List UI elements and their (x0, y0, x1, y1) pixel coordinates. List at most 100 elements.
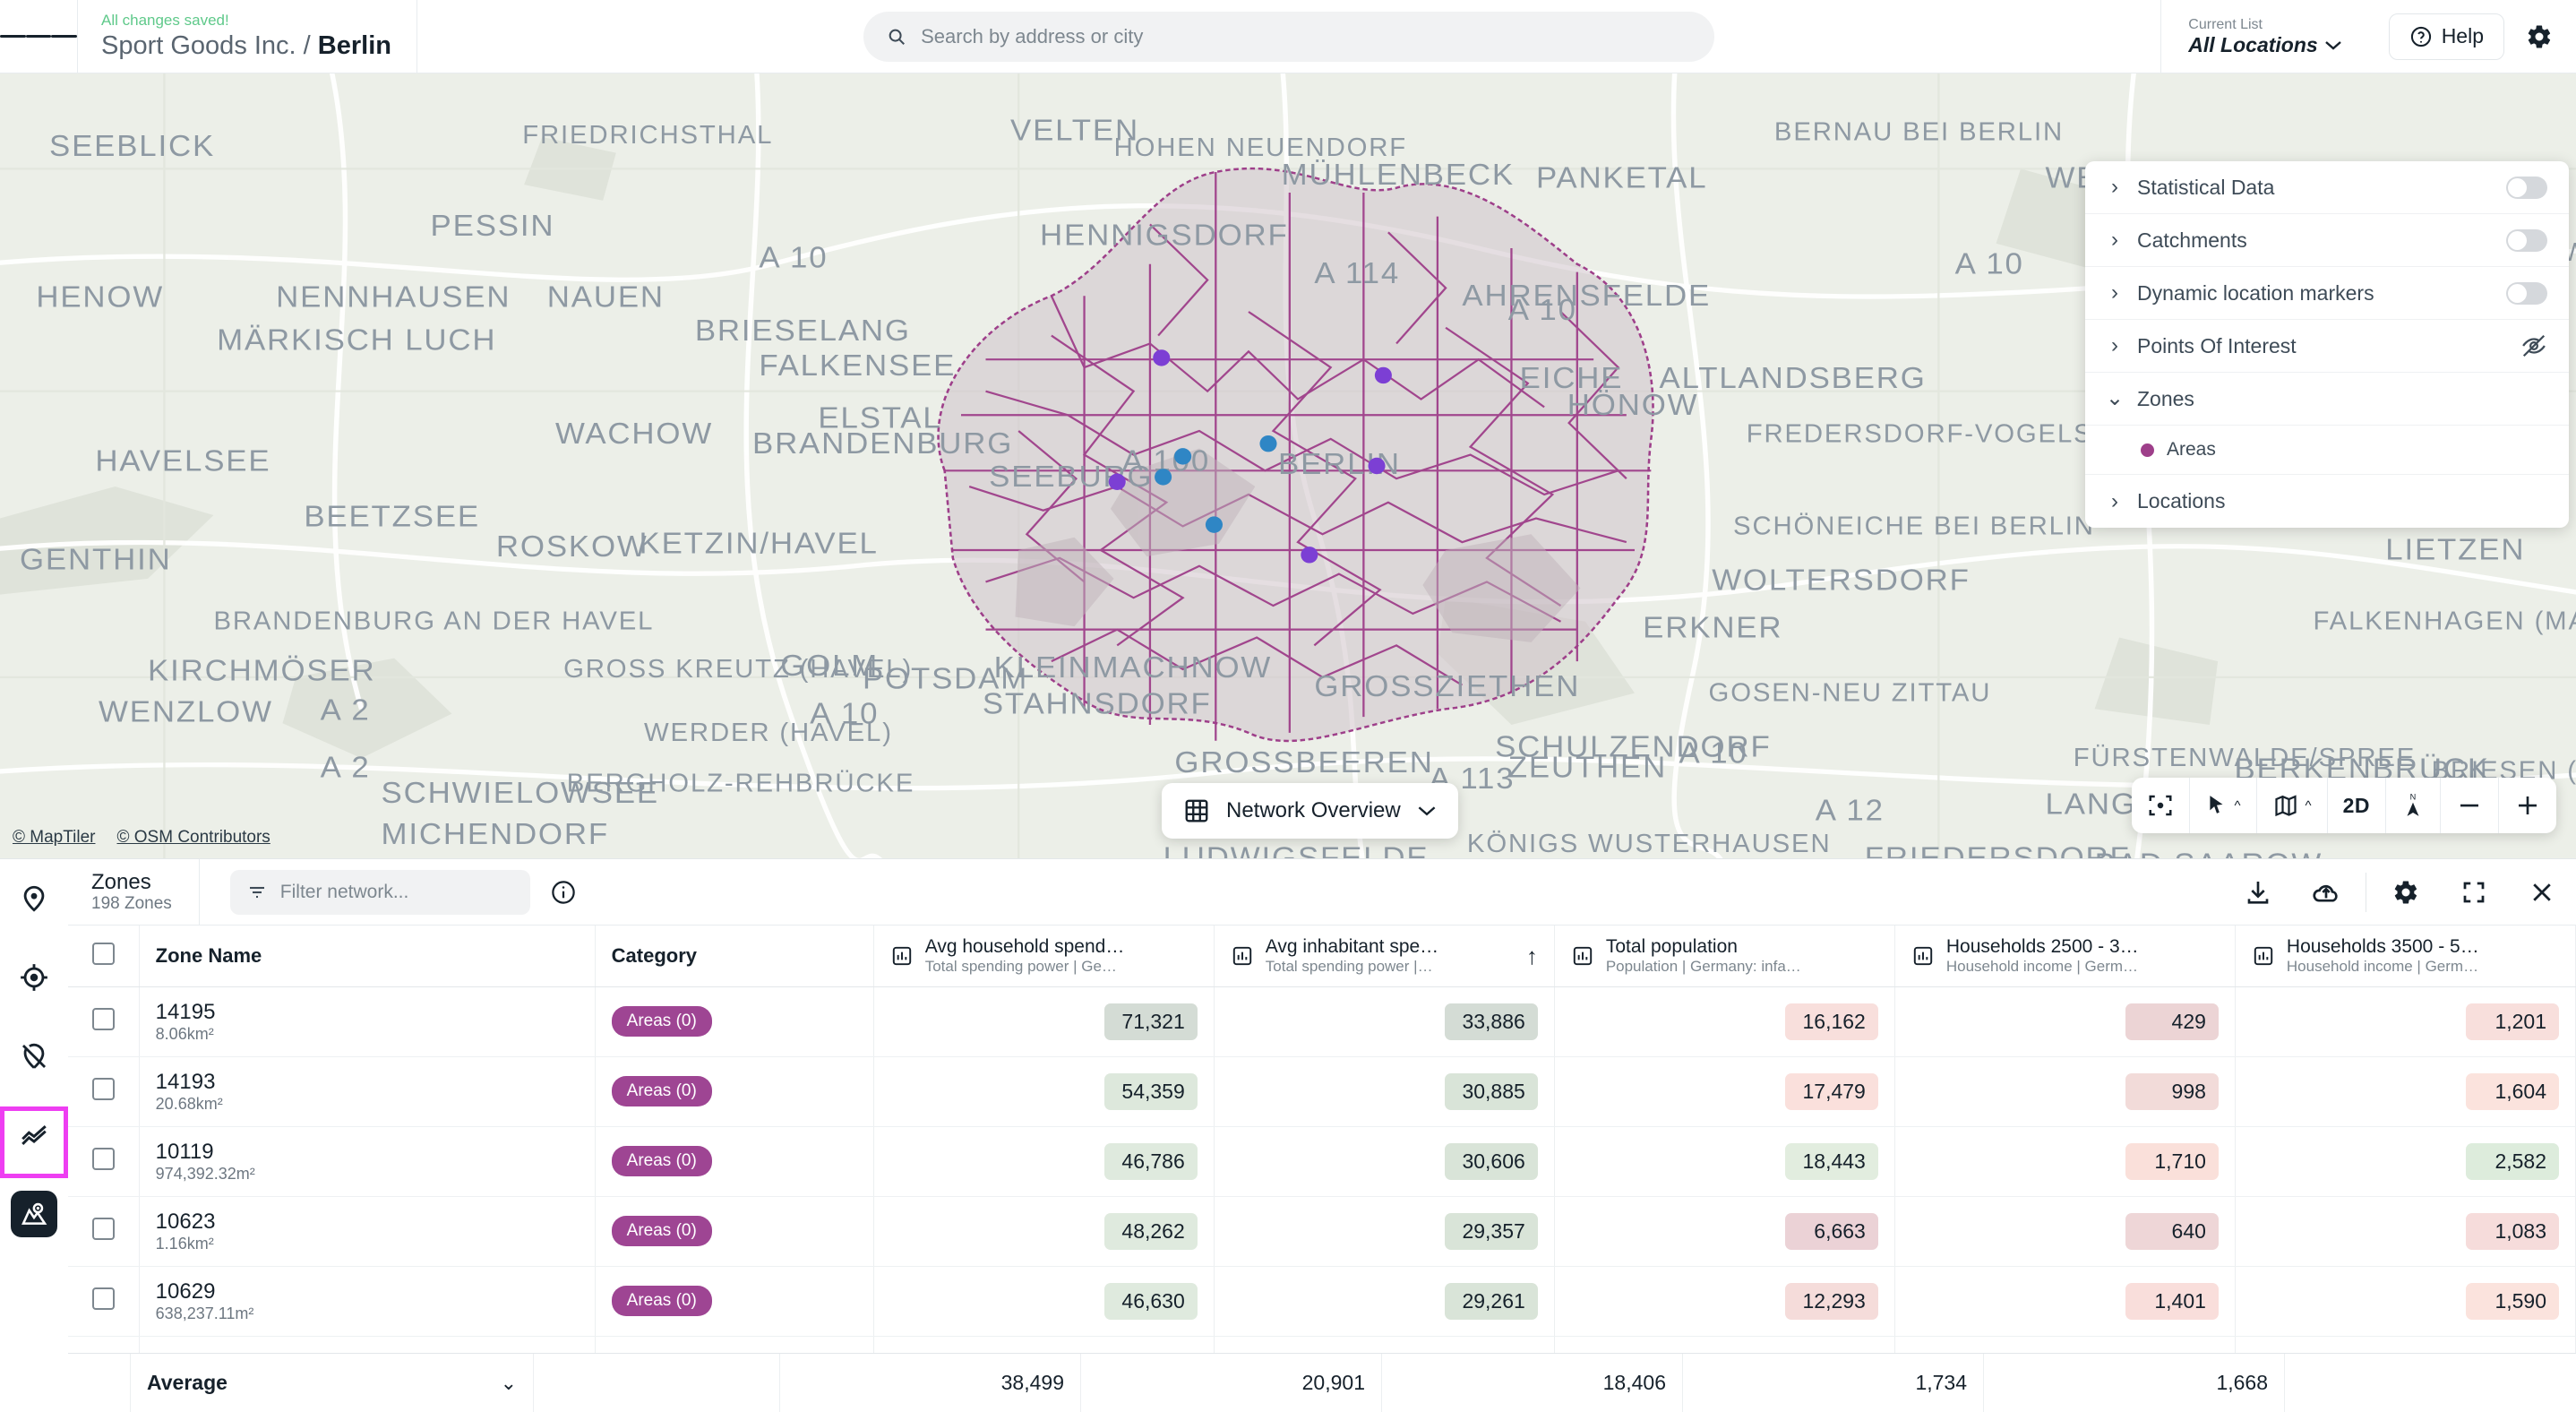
catchments-toggle[interactable] (2506, 228, 2547, 252)
help-icon (2410, 26, 2431, 47)
sort-ascending-icon[interactable]: ↑ (1526, 944, 1538, 968)
filter-network-input[interactable]: Filter network... (229, 869, 530, 915)
rail-item-target[interactable] (0, 938, 68, 1017)
zoom-out-button[interactable] (2441, 778, 2499, 833)
table-row[interactable]: 10435866,482.67m²Areas (0) 48,329 29,129 17… (68, 1336, 2576, 1353)
column-header-avg-inhabitant-spending[interactable]: Avg inhabitant spe… Total spending power… (1214, 926, 1555, 987)
chevron-down-icon: ⌄ (2105, 386, 2125, 410)
table-row[interactable]: 10629 638,237.11m² Areas (0) 46,630 29,261 12… (68, 1266, 2576, 1337)
network-overview-button[interactable]: Network Overview (1162, 783, 1458, 839)
rail-item-trend-line[interactable] (0, 1096, 68, 1175)
layer-item-points-of-interest[interactable]: › Points Of Interest (2085, 320, 2569, 373)
menu-icon[interactable] (0, 0, 78, 73)
column-subtitle: Total spending power |… (1265, 958, 1433, 976)
layer-label: Points Of Interest (2137, 333, 2297, 357)
pointer-mode-button[interactable]: ^ (2190, 778, 2257, 833)
map-location-marker[interactable] (1259, 435, 1277, 452)
zoom-in-button[interactable] (2499, 778, 2556, 833)
info-button[interactable] (550, 879, 577, 906)
category-chip[interactable]: Areas (0) (611, 1286, 712, 1316)
map-location-marker[interactable] (1153, 349, 1171, 366)
search-input[interactable]: Search by address or city (863, 11, 1715, 62)
metric-chart-icon (1232, 946, 1251, 965)
left-rail (0, 859, 68, 1412)
zones-table-wrapper[interactable]: Zone Name Category Avg household spend… … (68, 926, 2576, 1353)
map-location-marker[interactable] (1108, 473, 1126, 490)
table-row[interactable]: 14193 20.68km² Areas (0) 54,359 30,885 17,479… (68, 1056, 2576, 1127)
map-canvas[interactable]: SEEBLICK VELTEN HOHEN NEUENDORF MÜHLENBECK P… (0, 73, 2576, 858)
statistical-data-toggle[interactable] (2506, 176, 2547, 199)
layer-item-dynamic-location-markers[interactable]: › Dynamic location markers (2085, 267, 2569, 320)
rail-item-zones-map[interactable] (0, 1175, 68, 1253)
layer-item-catchments[interactable]: › Catchments (2085, 214, 2569, 267)
basemap-style-button[interactable]: ^ (2257, 778, 2328, 833)
top-bar: All changes saved! Sport Goods Inc. / Be… (0, 0, 2576, 73)
cloud-upload-button[interactable] (2292, 859, 2360, 926)
cloud-upload-icon (2313, 884, 2338, 902)
chevron-down-icon (2324, 40, 2341, 50)
map-location-marker[interactable] (1174, 448, 1192, 465)
column-title: Households 3500 - 5… (2286, 936, 2479, 958)
metric-value: 1,201 (2466, 1003, 2559, 1040)
metric-value: 30,885 (1444, 1072, 1538, 1110)
chevron-right-icon: › (2111, 280, 2118, 305)
table-row[interactable]: 14195 8.06km² Areas (0) 71,321 33,886 16,162 4… (68, 986, 2576, 1057)
table-settings-button[interactable] (2372, 859, 2440, 926)
map-location-marker[interactable] (1205, 516, 1223, 533)
row-select-cell (68, 1196, 140, 1267)
column-header-total-population[interactable]: Total population Population | Germany: i… (1554, 926, 1895, 987)
row-checkbox[interactable] (91, 1287, 115, 1310)
zone-area: 8.06km² (155, 1024, 214, 1043)
map-location-marker[interactable] (1374, 366, 1392, 384)
metric-cell-m3: 17,388 (1554, 1336, 1895, 1353)
row-checkbox[interactable] (91, 1218, 115, 1240)
download-button[interactable] (2224, 859, 2292, 926)
fullscreen-button[interactable] (2440, 859, 2508, 926)
row-checkbox[interactable] (91, 1078, 115, 1100)
row-checkbox[interactable] (91, 1008, 115, 1030)
category-chip[interactable]: Areas (0) (611, 1216, 712, 1246)
download-icon (2247, 881, 2269, 904)
eye-off-icon[interactable] (2520, 332, 2547, 359)
column-header-households-3500-5000[interactable]: Households 3500 - 5… Household income | … (2235, 926, 2576, 987)
table-row[interactable]: 10119 974,392.32m² Areas (0) 46,786 30,606 18… (68, 1126, 2576, 1197)
zones-title-block: Zones 198 Zones (68, 858, 200, 926)
column-header-category[interactable]: Category (595, 926, 874, 987)
current-list-selector[interactable]: Current List All Locations (2160, 0, 2368, 73)
column-header-avg-household-spending[interactable]: Avg household spend… Total spending powe… (873, 926, 1215, 987)
layer-item-locations[interactable]: › Locations (2085, 475, 2569, 528)
rail-item-pin-off[interactable] (0, 1017, 68, 1096)
layer-item-zones[interactable]: ⌄ Zones (2085, 373, 2569, 426)
metric-cell-m4: 998 (1894, 1056, 2236, 1127)
dimension-toggle-button[interactable]: 2D (2328, 778, 2386, 833)
map-location-marker[interactable] (1301, 547, 1318, 564)
category-chip[interactable]: Areas (0) (611, 1006, 712, 1037)
average-value-m4: 1,734 (1915, 1371, 1967, 1394)
attribution-osm[interactable]: © OSM Contributors (116, 828, 270, 848)
close-panel-button[interactable] (2508, 859, 2576, 926)
dynamic-markers-toggle[interactable] (2506, 281, 2547, 305)
average-value-m1: 38,499 (1000, 1371, 1064, 1394)
help-label: Help (2441, 24, 2484, 47)
attribution-maptiler[interactable]: © MapTiler (13, 828, 95, 848)
table-row[interactable]: 10623 1.16km² Areas (0) 48,262 29,357 6,663 64… (68, 1196, 2576, 1267)
category-chip[interactable]: Areas (0) (611, 1076, 712, 1106)
settings-button[interactable] (2526, 23, 2553, 50)
current-list-value: All Locations (2188, 32, 2318, 56)
column-header-households-2500-3000[interactable]: Households 2500 - 3… Household income | … (1894, 926, 2236, 987)
zone-name: 10629 (155, 1279, 216, 1304)
map-location-marker[interactable] (1368, 457, 1386, 475)
layer-sublayer-areas[interactable]: Areas (2085, 426, 2569, 475)
metric-value: 1,047 (2125, 1352, 2219, 1353)
column-header-zone-name[interactable]: Zone Name (139, 926, 596, 987)
recenter-button[interactable] (2132, 778, 2190, 833)
category-chip[interactable]: Areas (0) (611, 1146, 712, 1176)
chevron-down-icon[interactable]: ⌄ (501, 1372, 517, 1395)
row-checkbox[interactable] (91, 1148, 115, 1170)
compass-button[interactable]: N (2386, 778, 2441, 833)
layer-item-statistical-data[interactable]: › Statistical Data (2085, 161, 2569, 214)
rail-item-map-pin[interactable] (0, 859, 68, 938)
help-button[interactable]: Help (2388, 13, 2504, 60)
select-all-checkbox[interactable] (91, 942, 115, 965)
map-location-marker[interactable] (1155, 469, 1172, 486)
